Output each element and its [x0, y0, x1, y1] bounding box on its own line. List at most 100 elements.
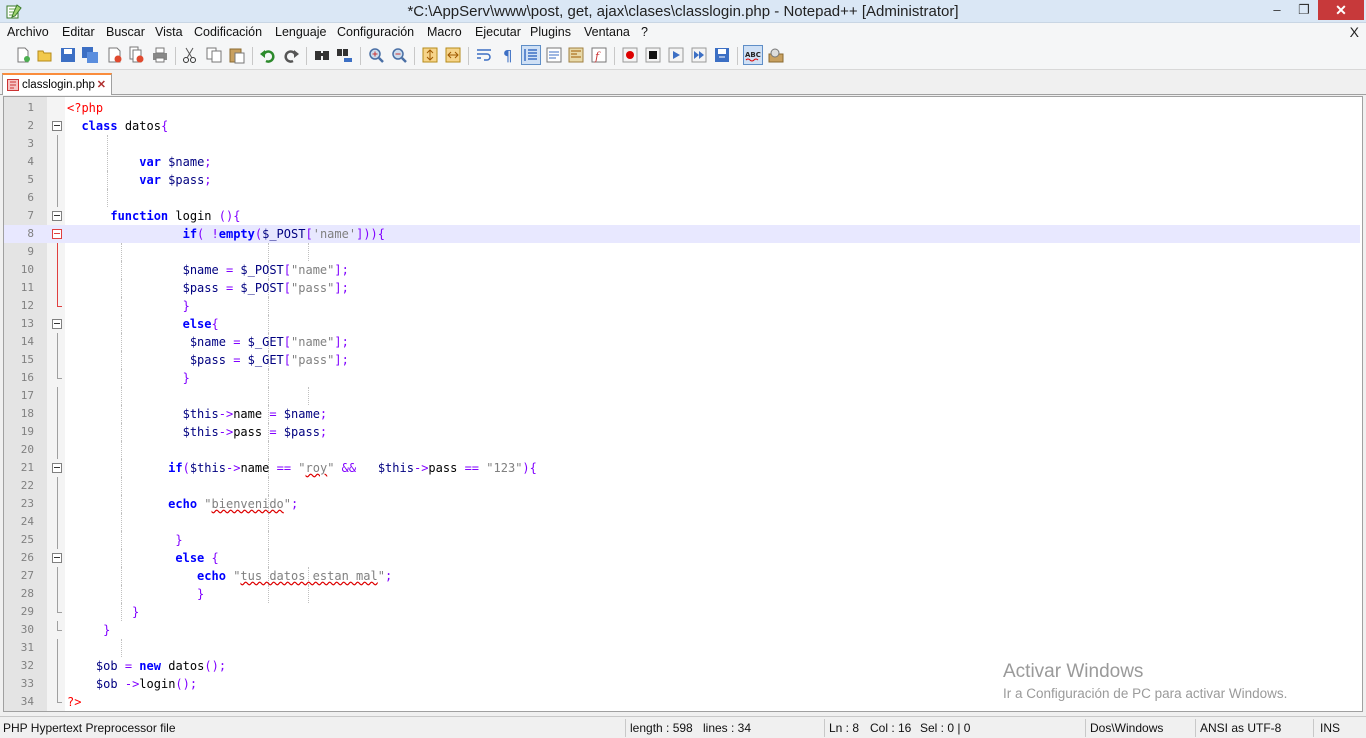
code-line[interactable]: 8 if( !empty($_POST['name'])){ — [4, 225, 1360, 243]
code-line[interactable]: 22 — [4, 477, 1360, 495]
menu-buscar[interactable]: Buscar — [106, 25, 145, 39]
undo-icon[interactable] — [259, 46, 277, 64]
code-text: } — [182, 371, 190, 385]
cut-icon[interactable] — [181, 46, 199, 64]
code-line[interactable]: 4 var $name; — [4, 153, 1360, 171]
code-line[interactable]: 29 } — [4, 603, 1360, 621]
close-all-icon[interactable] — [127, 46, 145, 64]
menu-lenguaje[interactable]: Lenguaje — [275, 25, 326, 39]
replace-icon[interactable] — [336, 46, 354, 64]
code-line[interactable]: 2 class datos{ — [4, 117, 1360, 135]
close-icon[interactable] — [105, 46, 123, 64]
code-line[interactable]: 12 } — [4, 297, 1360, 315]
status-insert-mode[interactable]: INS — [1320, 721, 1340, 735]
new-file-icon[interactable] — [14, 46, 32, 64]
document-map-icon[interactable] — [567, 46, 585, 64]
indent-guide — [267, 315, 269, 333]
indent-guide — [120, 477, 122, 495]
code-line[interactable]: 25 } — [4, 531, 1360, 549]
status-encoding[interactable]: ANSI as UTF-8 — [1200, 721, 1281, 735]
code-line[interactable]: 14 $name = $_GET["name"]; — [4, 333, 1360, 351]
close-document-button[interactable]: X — [1350, 24, 1359, 40]
code-line[interactable]: 21 if($this->name == "roy" && $this->pas… — [4, 459, 1360, 477]
code-line[interactable]: 9 — [4, 243, 1360, 261]
code-line[interactable]: 11 $pass = $_POST["pass"]; — [4, 279, 1360, 297]
menu-codificacion[interactable]: Codificación — [194, 25, 262, 39]
close-window-button[interactable]: ✕ — [1318, 0, 1364, 20]
code-line[interactable]: 24 — [4, 513, 1360, 531]
minimize-button[interactable]: – — [1264, 0, 1290, 20]
code-line[interactable]: 6 — [4, 189, 1360, 207]
user-language-icon[interactable] — [545, 46, 563, 64]
save-all-icon[interactable] — [81, 46, 99, 64]
fold-toggle-icon[interactable] — [52, 121, 62, 131]
menu-editar[interactable]: Editar — [62, 25, 95, 39]
save-icon[interactable] — [59, 46, 77, 64]
code-line[interactable]: 16 } — [4, 369, 1360, 387]
menu-help[interactable]: ? — [641, 25, 648, 39]
code-line[interactable]: 5 var $pass; — [4, 171, 1360, 189]
function-list-icon[interactable]: f — [590, 46, 608, 64]
code-line[interactable]: 27 echo "tus datos estan mal"; — [4, 567, 1360, 585]
redo-icon[interactable] — [282, 46, 300, 64]
open-file-icon[interactable] — [36, 46, 54, 64]
run-macro-multiple-icon[interactable] — [690, 46, 708, 64]
stop-record-icon[interactable] — [644, 46, 662, 64]
menu-ventana[interactable]: Ventana — [584, 25, 630, 39]
save-macro-icon[interactable] — [713, 46, 731, 64]
menu-macro[interactable]: Macro — [427, 25, 462, 39]
tab-close-icon[interactable]: ✕ — [97, 78, 106, 91]
print-icon[interactable] — [151, 46, 169, 64]
code-text: class datos{ — [81, 119, 169, 133]
zoom-out-icon[interactable] — [390, 46, 408, 64]
code-line[interactable]: 18 $this->name = $name; — [4, 405, 1360, 423]
fold-toggle-icon[interactable] — [52, 553, 62, 563]
sync-vertical-icon[interactable] — [421, 46, 439, 64]
find-icon[interactable] — [313, 46, 331, 64]
zoom-in-icon[interactable] — [367, 46, 385, 64]
code-line[interactable]: 13 else{ — [4, 315, 1360, 333]
code-line[interactable]: 26 else { — [4, 549, 1360, 567]
record-macro-icon[interactable] — [621, 46, 639, 64]
menu-archivo[interactable]: Archivo — [7, 25, 49, 39]
menu-configuracion[interactable]: Configuración — [337, 25, 414, 39]
code-line[interactable]: 30 } — [4, 621, 1360, 639]
code-line[interactable]: 15 $pass = $_GET["pass"]; — [4, 351, 1360, 369]
fold-toggle-icon[interactable] — [52, 229, 62, 239]
code-line[interactable]: 1 <?php — [4, 99, 1360, 117]
code-editor[interactable]: 1 <?php 2 class datos{3 4 var $name; 5 var $… — [3, 96, 1363, 712]
fold-toggle-icon[interactable] — [52, 211, 62, 221]
code-line[interactable]: 17 — [4, 387, 1360, 405]
tab-classlogin[interactable]: classlogin.php ✕ — [2, 73, 112, 95]
code-line[interactable]: 20 — [4, 441, 1360, 459]
word-wrap-icon[interactable] — [475, 46, 493, 64]
status-eol[interactable]: Dos\Windows — [1090, 721, 1163, 735]
spell-check-icon[interactable]: ABC — [743, 45, 763, 65]
indent-guide-icon[interactable] — [521, 45, 541, 65]
fold-line — [57, 189, 58, 207]
menu-vista[interactable]: Vista — [155, 25, 183, 39]
copy-icon[interactable] — [205, 46, 223, 64]
code-text: if( !empty($_POST['name'])){ — [182, 227, 386, 241]
fold-toggle-icon[interactable] — [52, 463, 62, 473]
show-all-chars-icon[interactable]: ¶ — [498, 46, 516, 64]
paste-icon[interactable] — [228, 46, 246, 64]
code-line[interactable]: 7 function login (){ — [4, 207, 1360, 225]
code-line[interactable]: 19 $this->pass = $pass; — [4, 423, 1360, 441]
code-line[interactable]: 31 — [4, 639, 1360, 657]
code-line[interactable]: 3 — [4, 135, 1360, 153]
maximize-button[interactable]: ❐ — [1291, 0, 1317, 20]
menu-plugins[interactable]: Plugins — [530, 25, 571, 39]
spell-check-settings-icon[interactable] — [767, 46, 785, 64]
fold-toggle-icon[interactable] — [52, 319, 62, 329]
code-text: $this->name = $name; — [182, 407, 328, 421]
line-number: 8 — [27, 227, 34, 240]
sync-horizontal-icon[interactable] — [444, 46, 462, 64]
line-number: 1 — [27, 101, 34, 114]
indent-guide — [267, 513, 269, 531]
play-macro-icon[interactable] — [667, 46, 685, 64]
code-line[interactable]: 10 $name = $_POST["name"]; — [4, 261, 1360, 279]
code-line[interactable]: 28 } — [4, 585, 1360, 603]
menu-ejecutar[interactable]: Ejecutar — [475, 25, 521, 39]
code-line[interactable]: 23 echo "bienvenido"; — [4, 495, 1360, 513]
